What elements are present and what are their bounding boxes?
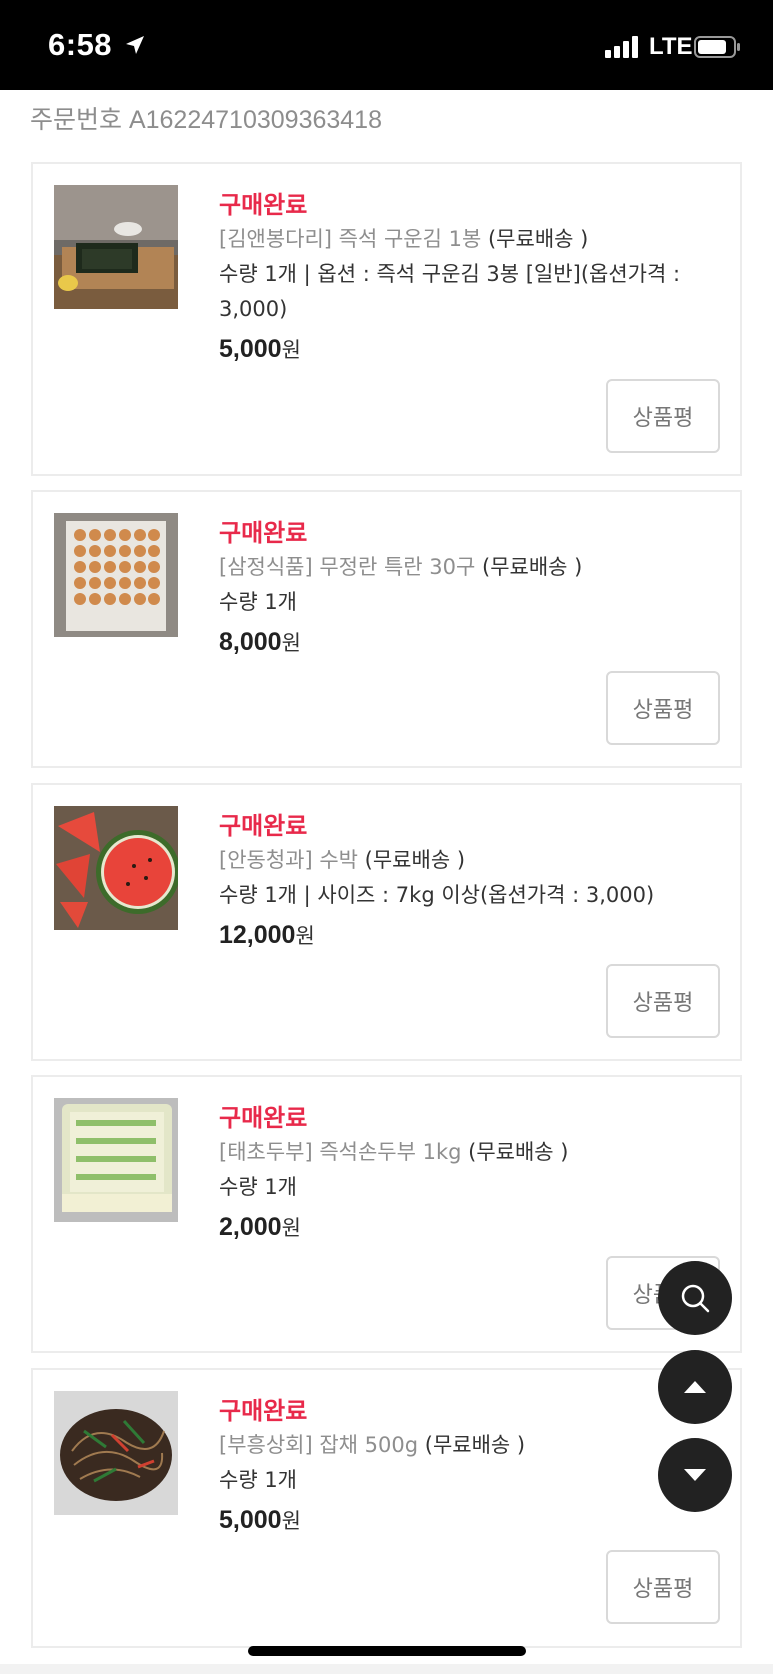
price-currency: 원	[281, 338, 301, 362]
order-status: 구매완료	[219, 519, 308, 547]
order-item-card: 구매완료 [김앤봉다리] 즉석 구운김 1봉 (무료배송 ) 수량 1개 | 옵…	[31, 162, 742, 476]
signal-icon	[605, 36, 641, 58]
shipping-info: (무료배송 )	[482, 555, 583, 579]
order-status: 구매완료	[219, 1397, 308, 1425]
shipping-info: (무료배송 )	[468, 1140, 569, 1164]
price: 12,000원	[219, 915, 722, 958]
arrow-down-icon	[684, 1469, 706, 1481]
status-time: 6:58	[48, 27, 113, 62]
product-title[interactable]: [김앤봉다리] 즉석 구운김 1봉	[219, 227, 481, 251]
order-item-card: 구매완료 [안동청과] 수박 (무료배송 ) 수량 1개 | 사이즈 : 7kg…	[31, 783, 742, 1061]
product-thumbnail[interactable]	[54, 185, 178, 309]
product-title[interactable]: [안동청과] 수박	[219, 848, 358, 872]
scroll-bottom-button[interactable]	[658, 1438, 732, 1512]
network-type: LTE	[649, 33, 693, 60]
review-button[interactable]: 상품평	[606, 1550, 720, 1624]
quantity-detail: 수량 1개	[219, 1175, 297, 1199]
order-status: 구매완료	[219, 812, 308, 840]
search-fab-button[interactable]	[658, 1261, 732, 1335]
japchae-image	[54, 1391, 178, 1515]
price-value: 5,000	[219, 335, 282, 363]
product-title[interactable]: [태초두부] 즉석손두부 1kg	[219, 1140, 461, 1164]
price-currency: 원	[281, 631, 301, 655]
product-thumbnail[interactable]	[54, 513, 178, 637]
price-currency: 원	[281, 1216, 301, 1240]
option-detail: 수량 1개 | 옵션 : 즉석 구운김 3봉 [일반](옵션가격 :	[219, 262, 681, 286]
product-thumbnail[interactable]	[54, 1391, 178, 1515]
eggs-image	[54, 513, 178, 637]
arrow-up-icon	[684, 1381, 706, 1393]
quantity-detail: 수량 1개	[219, 1468, 297, 1492]
review-button[interactable]: 상품평	[606, 964, 720, 1038]
product-thumbnail[interactable]	[54, 1098, 178, 1222]
order-item-card: 구매완료 [태초두부] 즉석손두부 1kg (무료배송 ) 수량 1개 2,00…	[31, 1075, 742, 1353]
review-button[interactable]: 상품평	[606, 379, 720, 453]
order-item-card: 구매완료 [부흥상회] 잡채 500g (무료배송 ) 수량 1개 5,000원…	[31, 1368, 742, 1648]
watermelon-image	[54, 806, 178, 930]
status-bar: 6:58 LTE	[0, 0, 773, 90]
location-arrow-icon	[126, 36, 144, 54]
quantity-detail: 수량 1개	[219, 590, 297, 614]
shipping-info: (무료배송 )	[364, 848, 466, 872]
order-number: 주문번호 A16224710309363418	[30, 106, 382, 134]
bottom-bar	[0, 1664, 773, 1674]
price-currency: 원	[295, 924, 315, 948]
price-currency: 원	[281, 1509, 301, 1533]
shipping-info: (무료배송 )	[487, 227, 589, 251]
review-button[interactable]: 상품평	[606, 671, 720, 745]
search-icon	[681, 1284, 710, 1313]
home-indicator[interactable]	[248, 1646, 526, 1656]
product-title[interactable]: [삼정식품] 무정란 특란 30구	[219, 555, 475, 579]
battery-icon	[694, 36, 740, 58]
order-item-card: 구매완료 [삼정식품] 무정란 특란 30구 (무료배송 ) 수량 1개 8,0…	[31, 490, 742, 768]
option-detail-cont: 3,000)	[219, 297, 288, 321]
price-value: 5,000	[219, 1506, 282, 1534]
price-value: 12,000	[219, 921, 296, 949]
scroll-top-button[interactable]	[658, 1350, 732, 1424]
order-status: 구매완료	[219, 1104, 308, 1132]
seaweed-image	[54, 185, 178, 309]
product-thumbnail[interactable]	[54, 806, 178, 930]
price-value: 2,000	[219, 1213, 282, 1241]
shipping-info: (무료배송 )	[424, 1433, 526, 1457]
tofu-image	[54, 1098, 178, 1222]
order-status: 구매완료	[219, 191, 308, 219]
price-value: 8,000	[219, 628, 282, 656]
price: 5,000원	[219, 329, 722, 372]
option-detail: 수량 1개 | 사이즈 : 7kg 이상(옵션가격 : 3,000)	[219, 883, 655, 907]
price: 2,000원	[219, 1207, 722, 1250]
product-title[interactable]: [부흥상회] 잡채 500g	[219, 1433, 418, 1457]
price: 5,000원	[219, 1500, 722, 1543]
price: 8,000원	[219, 622, 722, 665]
